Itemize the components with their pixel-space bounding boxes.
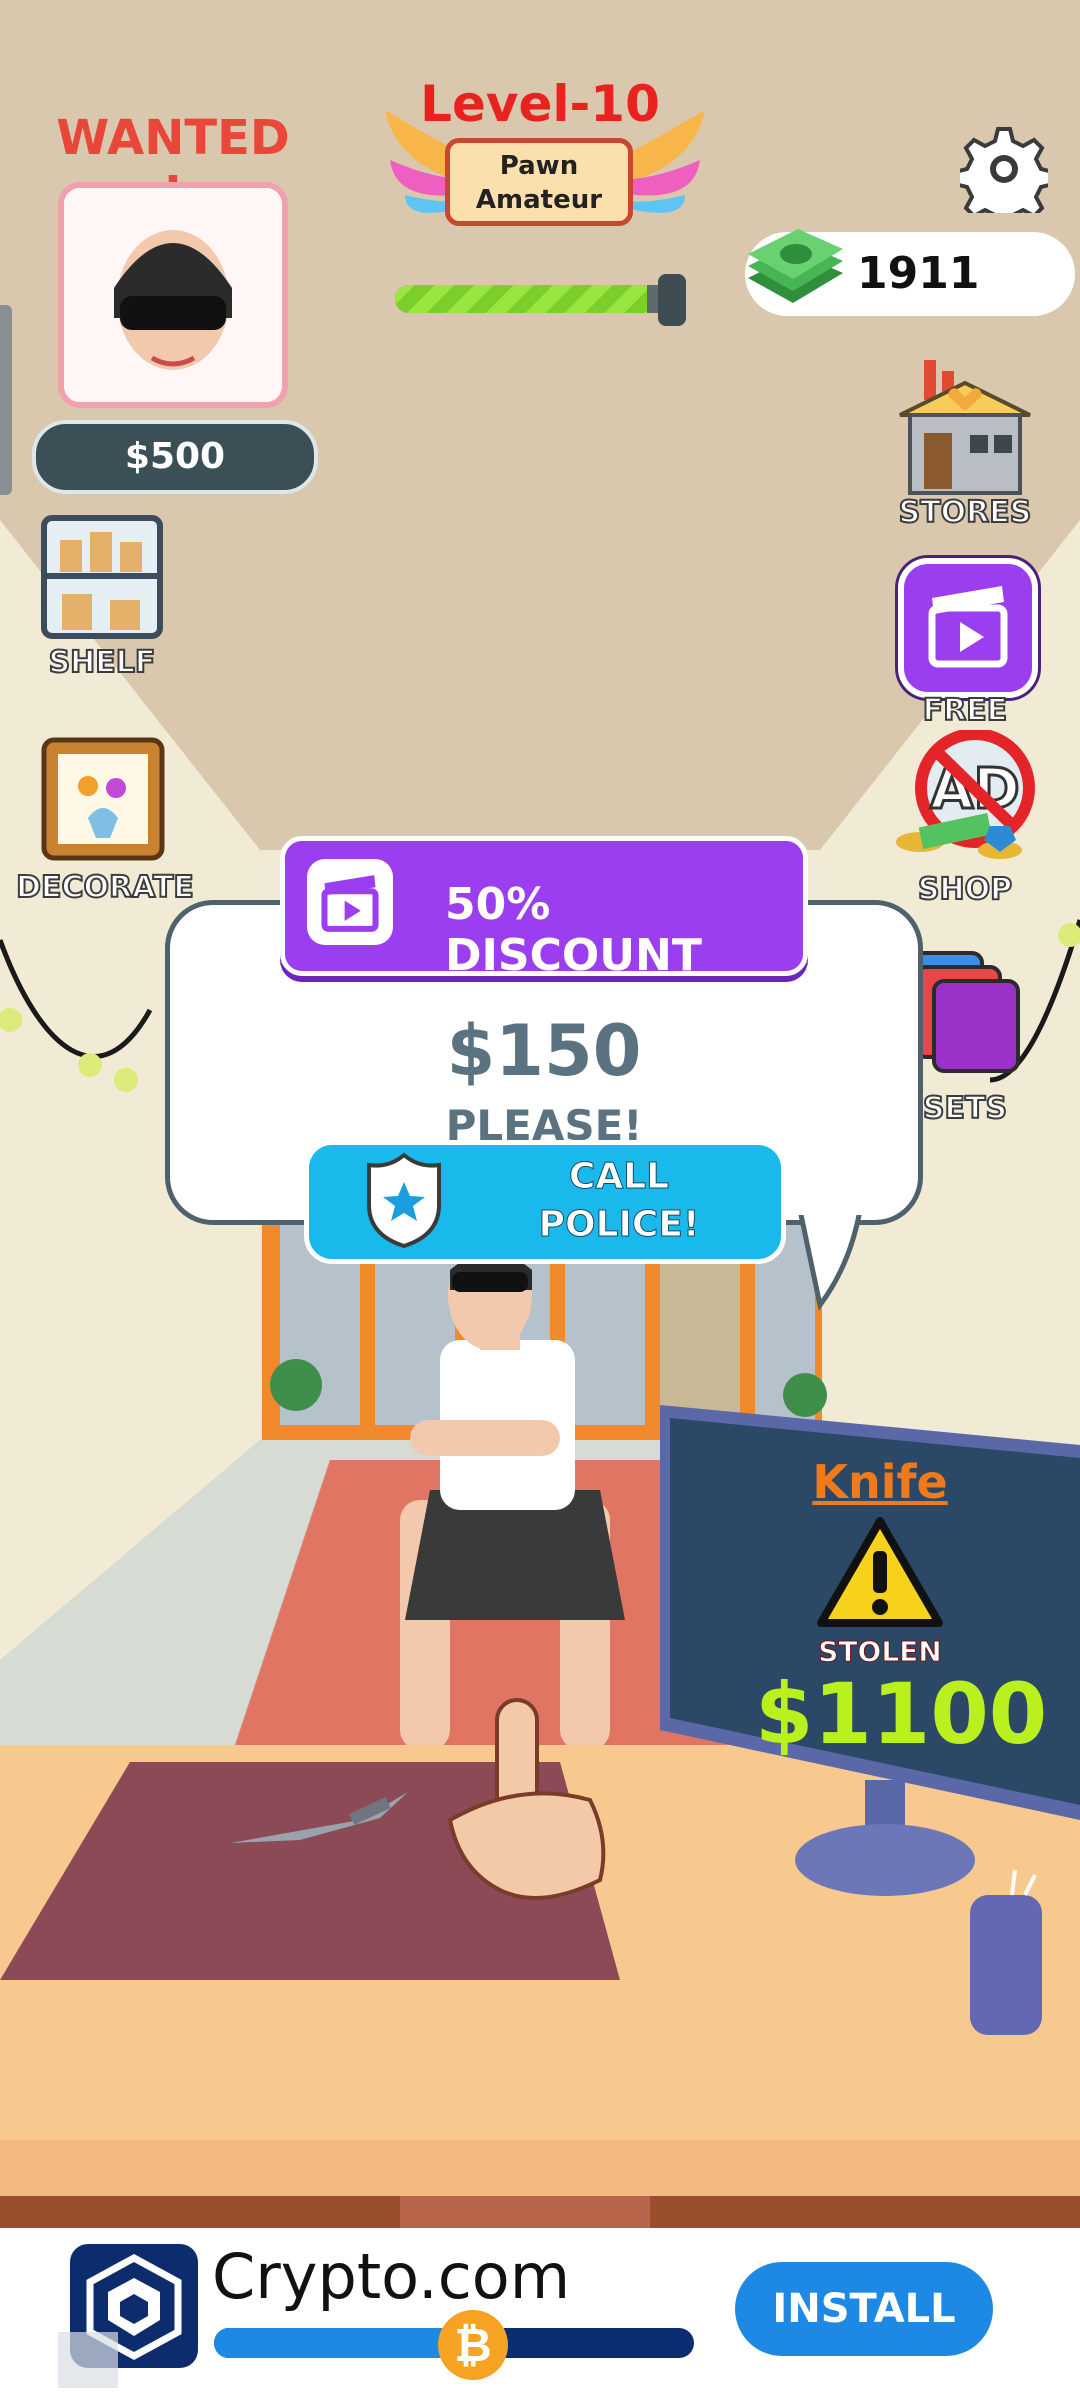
stolen-item-name: Knife: [812, 1455, 948, 1509]
call-police-line-2: POLICE!: [538, 1204, 700, 1246]
stores-button[interactable]: STORES: [880, 355, 1050, 535]
shelf-button[interactable]: SHELF: [22, 510, 182, 690]
store-icon: [899, 360, 1031, 495]
shop-label: SHOP: [917, 871, 1013, 908]
speech-bubble-tail: [796, 1205, 866, 1311]
shelf-icon: [41, 515, 163, 639]
level-progress-bar: [395, 285, 675, 313]
level-progress-knob: [658, 274, 686, 326]
gear-icon: [953, 127, 1055, 229]
stores-label: STORES: [898, 494, 1033, 531]
ad-choices-icon[interactable]: [58, 2332, 118, 2388]
settings-button[interactable]: [953, 125, 1055, 229]
free-button-bg: [898, 558, 1038, 698]
warning-icon: [817, 1517, 943, 1627]
offer-please: PLEASE!: [445, 1101, 643, 1141]
picture-frame-icon: [41, 737, 165, 861]
wanted-portrait: [58, 182, 288, 408]
bounty-badge: $500: [32, 420, 318, 494]
install-label: INSTALL: [772, 2286, 956, 2332]
ad-progress-fill: [214, 2328, 445, 2358]
level-progress-fill: [395, 285, 647, 313]
rank-line-1: Pawn: [499, 151, 579, 181]
cash-amount: 1911: [857, 248, 980, 299]
bounty-amount: $500: [124, 436, 226, 477]
discount-label: 50% DISCOUNT: [445, 879, 702, 981]
no-ads-icon: AD: [896, 730, 1035, 859]
cash-stack-icon: [748, 229, 843, 303]
item-value: $1100: [755, 1665, 1048, 1763]
thief-avatar: [64, 188, 282, 402]
video-clapper-icon: [928, 586, 1008, 668]
discount-video-badge: [307, 859, 393, 945]
shelf-label: SHELF: [48, 644, 157, 681]
rank-plaque: Pawn Amateur: [445, 138, 633, 226]
ad-brand-name: Crypto.com: [212, 2240, 571, 2313]
police-badge-icon: [367, 1152, 441, 1249]
call-police-line-1: CALL: [568, 1156, 670, 1198]
left-edge-tab[interactable]: [0, 305, 12, 495]
shop-button[interactable]: AD SHOP: [880, 730, 1050, 910]
bitcoin-icon: ₿: [438, 2310, 508, 2380]
ad-banner[interactable]: Crypto.com ₿ INSTALL: [0, 2228, 1080, 2400]
rank-line-2: Amateur: [475, 185, 603, 215]
free-label: FREE: [922, 692, 1009, 729]
free-button[interactable]: FREE: [880, 553, 1050, 733]
call-police-label: CALL POLICE!: [519, 1153, 719, 1249]
decorate-label: DECORATE: [15, 869, 195, 906]
call-police-button[interactable]: CALL POLICE!: [304, 1140, 786, 1264]
offer-price: $150: [446, 1010, 642, 1092]
install-button[interactable]: INSTALL: [735, 2262, 993, 2356]
video-clapper-icon: [321, 875, 379, 932]
decorate-button[interactable]: DECORATE: [0, 728, 210, 918]
stolen-status: STOLEN: [818, 1635, 942, 1669]
discount-button[interactable]: 50% DISCOUNT: [280, 836, 808, 981]
